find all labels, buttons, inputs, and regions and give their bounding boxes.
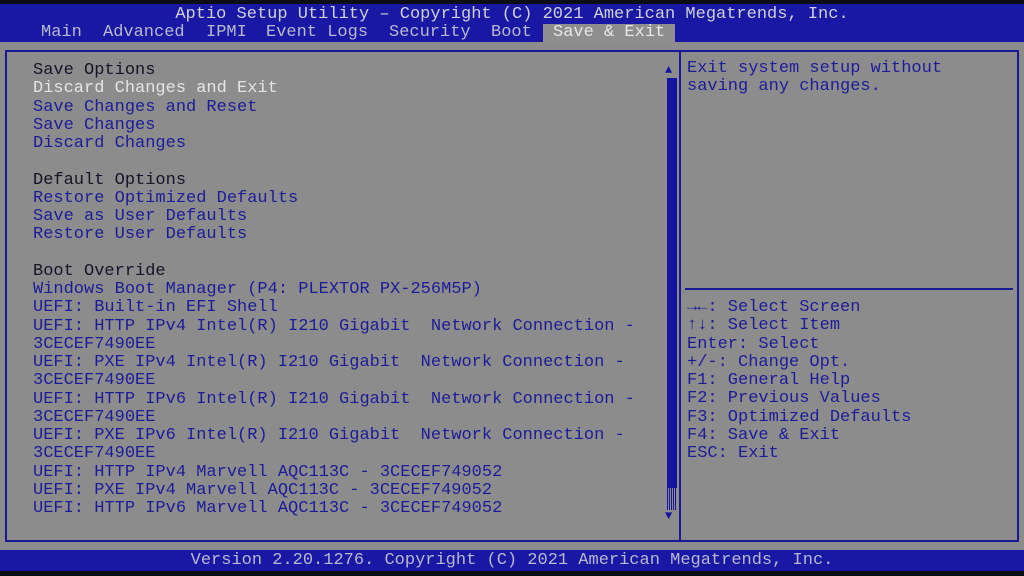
tab-boot[interactable]: Boot [491, 24, 532, 42]
key-hint: F3: Optimized Defaults [687, 407, 912, 427]
key-hint: F4: Save & Exit [687, 425, 841, 445]
boot-override-item[interactable]: UEFI: PXE IPv4 Marvell AQC113C - 3CECEF7… [33, 481, 492, 500]
key-hint: Enter: Select [687, 334, 820, 354]
menu-item[interactable]: Save as User Defaults [33, 208, 247, 226]
boot-override-item[interactable]: 3CECEF7490EE [33, 445, 155, 463]
key-hint: +/-: Change Opt. [687, 352, 851, 372]
boot-override-item[interactable]: UEFI: HTTP IPv6 Marvell AQC113C - 3CECEF… [33, 500, 502, 518]
tab-main[interactable]: Main [41, 24, 82, 42]
boot-override-item[interactable]: UEFI: HTTP IPv4 Marvell AQC113C - 3CECEF… [33, 463, 502, 482]
header-bar: Aptio Setup Utility – Copyright (C) 2021… [0, 4, 1024, 42]
section-default-options: Default Options [33, 170, 187, 190]
item-description: Exit system setup without saving any cha… [687, 59, 943, 97]
menu-item[interactable]: Restore Optimized Defaults [33, 189, 298, 208]
section-boot-override: Boot Override [33, 261, 166, 281]
boot-override-item[interactable]: Windows Boot Manager (P4: PLEXTOR PX-256… [33, 281, 482, 299]
scroll-down-icon[interactable]: ▼ [665, 510, 672, 522]
boot-override-item[interactable]: UEFI: PXE IPv4 Intel(R) I210 Gigabit Net… [33, 354, 625, 372]
main-area: ▲ ▼ Save Options Discard Changes and Exit… [0, 42, 1024, 550]
boot-override-item[interactable]: UEFI: HTTP IPv4 Intel(R) I210 Gigabit Ne… [33, 317, 635, 336]
menu-item[interactable]: Discard Changes [33, 135, 186, 153]
tab-advanced[interactable]: Advanced [103, 24, 185, 42]
menu-item[interactable]: Restore User Defaults [33, 226, 247, 244]
section-save-options: Save Options [33, 61, 156, 80]
key-hint: ESC: Exit [687, 444, 779, 463]
tab-ipmi[interactable]: IPMI [206, 24, 247, 42]
app-title: Aptio Setup Utility – Copyright (C) 2021… [175, 5, 849, 24]
boot-override-item[interactable]: 3CECEF7490EE [33, 335, 155, 354]
menu-item[interactable]: Discard Changes and Exit [33, 80, 278, 98]
help-panel: Exit system setup without saving any cha… [679, 50, 1019, 542]
boot-override-item[interactable]: 3CECEF7490EE [33, 372, 155, 390]
tab-event-logs[interactable]: Event Logs [266, 24, 368, 42]
boot-override-item[interactable]: UEFI: HTTP IPv6 Intel(R) I210 Gigabit Ne… [33, 390, 635, 409]
scrollbar-thumb[interactable] [667, 78, 677, 510]
footer-version: Version 2.20.1276. Copyright (C) 2021 Am… [0, 550, 1024, 571]
scrollbar-track[interactable] [667, 488, 677, 510]
menu-panel: ▲ ▼ Save Options Discard Changes and Exit… [5, 50, 681, 542]
tab-security[interactable]: Security [389, 24, 471, 42]
boot-override-item[interactable]: UEFI: Built-in EFI Shell [33, 299, 278, 317]
key-hint: →←: Select Screen [687, 298, 861, 317]
boot-override-item[interactable]: UEFI: PXE IPv6 Intel(R) I210 Gigabit Net… [33, 427, 625, 445]
key-hint: ↑↓: Select Item [687, 316, 841, 336]
help-divider [685, 288, 1013, 290]
menu-item[interactable]: Save Changes and Reset [33, 98, 257, 117]
key-hint: F2: Previous Values [687, 389, 881, 409]
key-hint: F1: General Help [687, 371, 851, 390]
menu-item[interactable]: Save Changes [33, 116, 155, 135]
scroll-up-icon[interactable]: ▲ [665, 64, 672, 76]
boot-override-item[interactable]: 3CECEF7490EE [33, 408, 155, 427]
tab-save-exit[interactable]: Save & Exit [543, 24, 676, 42]
